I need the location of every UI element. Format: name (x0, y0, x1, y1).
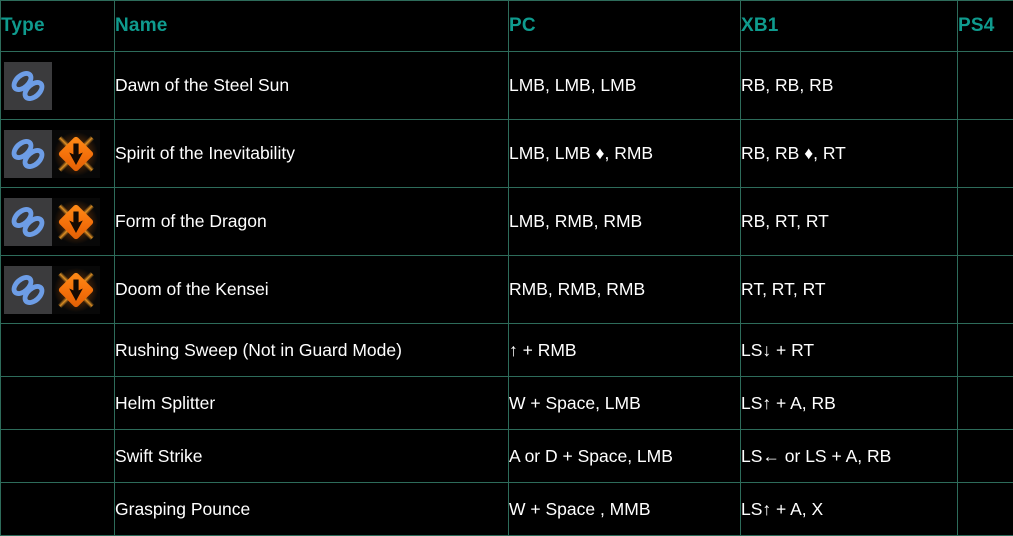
cell-name: Doom of the Kensei (115, 256, 509, 324)
down-arrow-icon (65, 278, 87, 302)
table-header: Type Name PC XB1 PS4 (1, 1, 1013, 52)
cell-type (1, 324, 115, 377)
cell-pc: W + Space , MMB (509, 483, 741, 536)
cell-type (1, 256, 115, 324)
cell-name: Spirit of the Inevitability (115, 120, 509, 188)
type-icon-group (1, 120, 114, 187)
cell-ps4 (958, 188, 1013, 256)
cell-ps4 (958, 377, 1013, 430)
cell-name: Grasping Pounce (115, 483, 509, 536)
table-body: Dawn of the Steel SunLMB, LMB, LMBRB, RB… (1, 52, 1013, 536)
cell-type (1, 120, 115, 188)
chain-link-icon (4, 62, 52, 110)
cell-ps4 (958, 430, 1013, 483)
unblockable-attack-icon (52, 130, 100, 178)
cell-xb1: RB, RB, RB (741, 52, 958, 120)
cell-name: Rushing Sweep (Not in Guard Mode) (115, 324, 509, 377)
table-row[interactable]: Spirit of the InevitabilityLMB, LMB ♦, R… (1, 120, 1013, 188)
cell-type (1, 52, 115, 120)
table-row[interactable]: Dawn of the Steel SunLMB, LMB, LMBRB, RB… (1, 52, 1013, 120)
table-row[interactable]: Grasping PounceW + Space , MMBLS↑ + A, X (1, 483, 1013, 536)
cell-xb1: RB, RB ♦, RT (741, 120, 958, 188)
table-row[interactable]: Rushing Sweep (Not in Guard Mode)↑ + RMB… (1, 324, 1013, 377)
down-arrow-icon (65, 142, 87, 166)
cell-name: Helm Splitter (115, 377, 509, 430)
cell-xb1: RT, RT, RT (741, 256, 958, 324)
cell-xb1: RB, RT, RT (741, 188, 958, 256)
column-header-type[interactable]: Type (1, 1, 115, 52)
cell-pc: RMB, RMB, RMB (509, 256, 741, 324)
cell-type (1, 430, 115, 483)
cell-name: Form of the Dragon (115, 188, 509, 256)
cell-ps4 (958, 120, 1013, 188)
unblockable-attack-icon (52, 266, 100, 314)
column-header-name[interactable]: Name (115, 1, 509, 52)
cell-name: Dawn of the Steel Sun (115, 52, 509, 120)
cell-xb1: LS↑ + A, X (741, 483, 958, 536)
type-icon-group (1, 256, 114, 323)
cell-type (1, 188, 115, 256)
cell-xb1: LS↑ + A, RB (741, 377, 958, 430)
type-icon-group (1, 377, 114, 429)
cell-type (1, 377, 115, 430)
table-row[interactable]: Doom of the KenseiRMB, RMB, RMBRT, RT, R… (1, 256, 1013, 324)
header-row: Type Name PC XB1 PS4 (1, 1, 1013, 52)
cell-xb1: LS↓ + RT (741, 324, 958, 377)
type-icon-group (1, 52, 114, 119)
down-arrow-icon (65, 210, 87, 234)
type-icon-group (1, 188, 114, 255)
cell-pc: A or D + Space, LMB (509, 430, 741, 483)
table-row[interactable]: Form of the DragonLMB, RMB, RMBRB, RT, R… (1, 188, 1013, 256)
move-list-table: Type Name PC XB1 PS4 Dawn of the Steel S… (0, 0, 1013, 536)
cell-pc: LMB, RMB, RMB (509, 188, 741, 256)
type-icon-group (1, 324, 114, 376)
cell-ps4 (958, 256, 1013, 324)
unblockable-attack-icon (52, 198, 100, 246)
column-header-xb1[interactable]: XB1 (741, 1, 958, 52)
type-icon-group (1, 483, 114, 535)
table-row[interactable]: Swift StrikeA or D + Space, LMBLS← or LS… (1, 430, 1013, 483)
column-header-pc[interactable]: PC (509, 1, 741, 52)
cell-pc: LMB, LMB ♦, RMB (509, 120, 741, 188)
cell-ps4 (958, 324, 1013, 377)
cell-ps4 (958, 483, 1013, 536)
cell-pc: ↑ + RMB (509, 324, 741, 377)
cell-pc: LMB, LMB, LMB (509, 52, 741, 120)
table-row[interactable]: Helm SplitterW + Space, LMBLS↑ + A, RB (1, 377, 1013, 430)
cell-ps4 (958, 52, 1013, 120)
cell-pc: W + Space, LMB (509, 377, 741, 430)
cell-type (1, 483, 115, 536)
cell-xb1: LS← or LS + A, RB (741, 430, 958, 483)
cell-name: Swift Strike (115, 430, 509, 483)
column-header-ps4[interactable]: PS4 (958, 1, 1013, 52)
type-icon-group (1, 430, 114, 482)
